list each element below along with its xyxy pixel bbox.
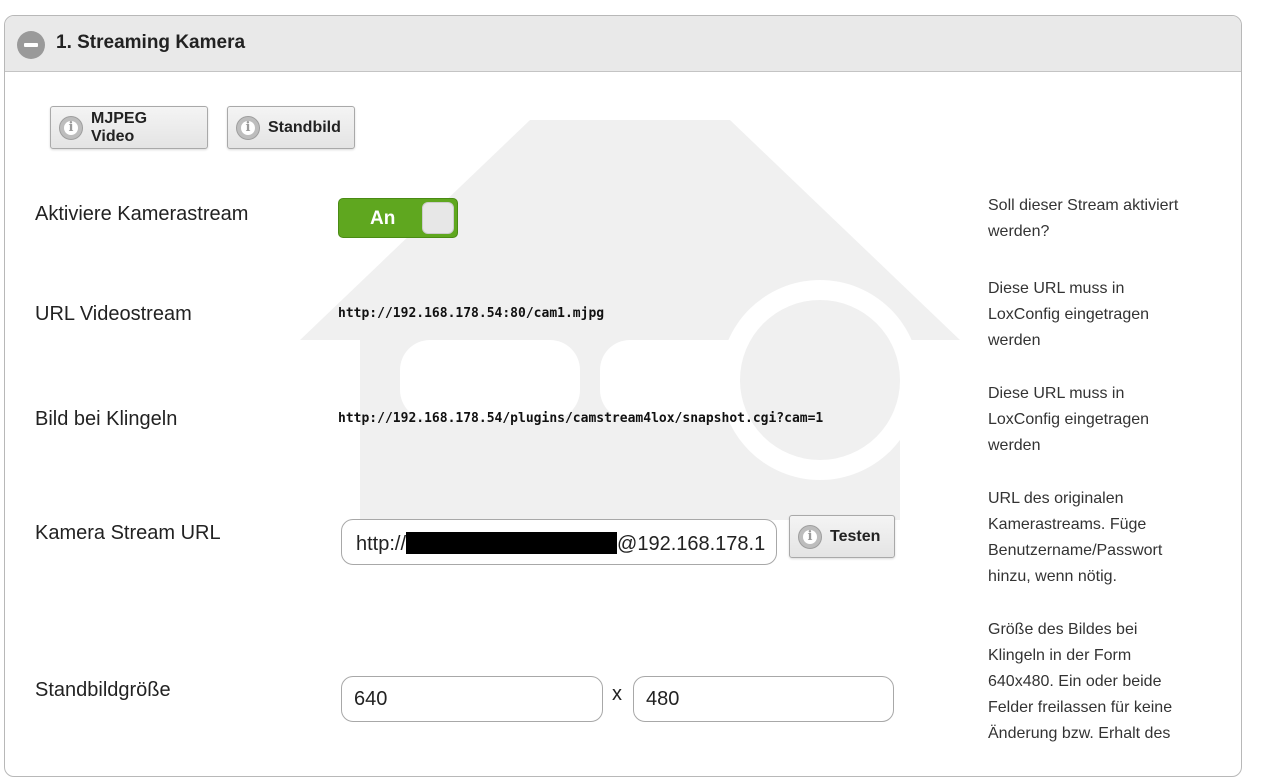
image-size-label: Standbildgröße bbox=[35, 679, 171, 701]
image-height-input[interactable] bbox=[633, 676, 894, 722]
info-icon bbox=[798, 525, 822, 549]
ring-image-label: Bild bei Klingeln bbox=[35, 408, 178, 430]
info-icon bbox=[236, 116, 260, 140]
camera-stream-url-help: URL des originalen Kamerastreams. Füge B… bbox=[988, 490, 1163, 585]
collapse-icon[interactable] bbox=[17, 31, 45, 59]
mjpeg-video-label: MJPEG Video bbox=[91, 109, 148, 145]
activate-stream-label: Aktiviere Kamerastream bbox=[35, 203, 249, 225]
video-url-help: Diese URL muss in LoxConfig eingetragen … bbox=[988, 280, 1150, 349]
panel-header[interactable]: 1. Streaming Kamera bbox=[5, 16, 1241, 72]
toggle-knob bbox=[422, 202, 454, 234]
url-prefix: http:// bbox=[356, 533, 407, 555]
activate-stream-help: Soll dieser Stream aktiviert werden? bbox=[988, 197, 1179, 240]
test-button[interactable]: Testen bbox=[789, 515, 895, 558]
panel-title: 1. Streaming Kamera bbox=[56, 32, 246, 53]
camera-stream-url-label: Kamera Stream URL bbox=[35, 522, 221, 544]
standbild-button[interactable]: Standbild bbox=[227, 106, 355, 149]
ring-image-url-value: http://192.168.178.54/plugins/camstream4… bbox=[338, 411, 824, 426]
activate-stream-toggle[interactable]: An bbox=[338, 198, 458, 238]
video-url-value: http://192.168.178.54:80/cam1.mjpg bbox=[338, 306, 605, 321]
redacted-credentials bbox=[406, 532, 618, 554]
camera-stream-url-input[interactable]: http:// @192.168.178.1 bbox=[341, 519, 777, 565]
standbild-label: Standbild bbox=[268, 118, 341, 136]
url-suffix: @192.168.178.1 bbox=[617, 533, 766, 555]
toggle-state-text: An bbox=[370, 208, 396, 229]
size-separator: x bbox=[612, 683, 622, 705]
video-url-label: URL Videostream bbox=[35, 303, 192, 325]
mjpeg-video-button[interactable]: MJPEG Video bbox=[50, 106, 208, 149]
test-button-label: Testen bbox=[830, 527, 881, 545]
ring-image-help: Diese URL muss in LoxConfig eingetragen … bbox=[988, 385, 1150, 454]
info-icon bbox=[59, 116, 83, 140]
image-width-input[interactable] bbox=[341, 676, 603, 722]
image-size-help: Größe des Bildes bei Klingeln in der For… bbox=[988, 621, 1173, 742]
